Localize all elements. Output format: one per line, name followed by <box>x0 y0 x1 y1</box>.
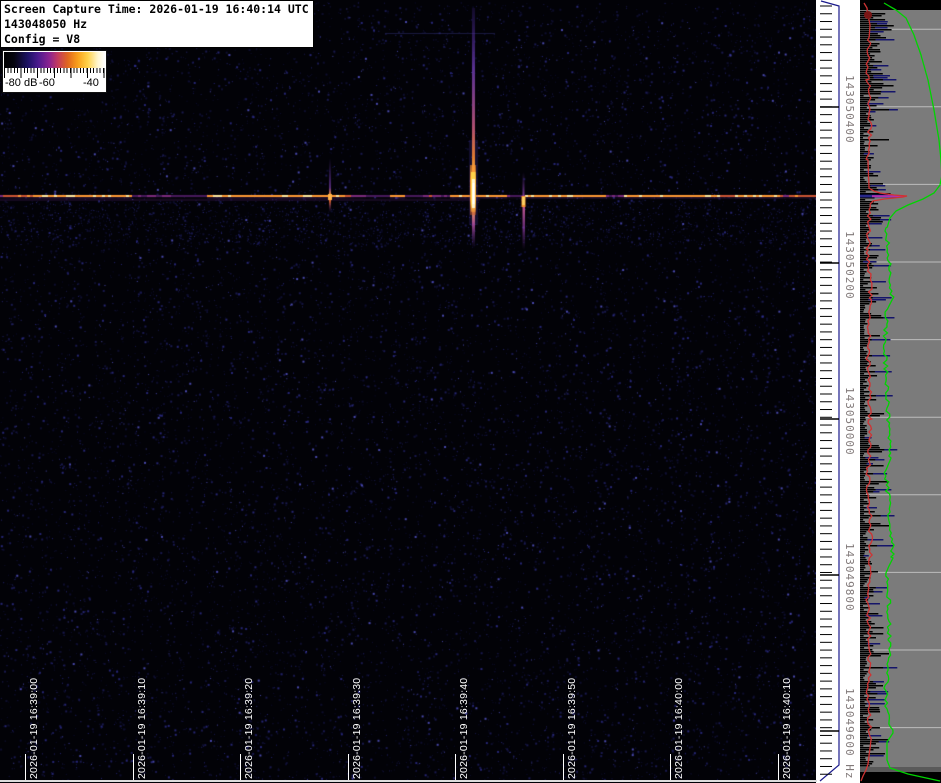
waterfall-canvas <box>0 0 816 783</box>
time-label: 2026-01-19 16:39:40 <box>458 677 470 779</box>
time-tick <box>25 754 26 780</box>
capture-info-box: Screen Capture Time: 2026-01-19 16:40:14… <box>0 0 314 48</box>
capture-time-text: Screen Capture Time: 2026-01-19 16:40:14… <box>4 2 309 16</box>
red-marker-dot <box>864 11 872 19</box>
spectrum-panel <box>860 0 941 783</box>
freq-label: 143049800 <box>843 542 856 612</box>
time-tick <box>240 754 241 780</box>
spectrum-lab-screen: Screen Capture Time: 2026-01-19 16:40:14… <box>0 0 941 783</box>
time-label: 2026-01-19 16:39:30 <box>351 677 363 779</box>
spectrum-panel-svg <box>860 0 941 783</box>
time-tick <box>348 754 349 780</box>
time-tick <box>563 754 564 780</box>
colormap-gradient <box>4 52 105 68</box>
freq-label: 143050400 <box>843 74 856 144</box>
time-label: 2026-01-19 16:40:10 <box>781 677 793 779</box>
time-label: 2026-01-19 16:39:10 <box>136 677 148 779</box>
time-tick <box>778 754 779 780</box>
db-label-min: -80 dB <box>5 77 38 89</box>
freq-label: 143050000 <box>843 386 856 456</box>
time-label: 2026-01-19 16:39:20 <box>243 677 255 779</box>
time-tick <box>455 754 456 780</box>
config-text: Config = V8 <box>4 32 81 46</box>
time-tick <box>670 754 671 780</box>
freq-label: 143049600 Hz <box>843 687 856 780</box>
frequency-ruler: 143050400 143050200 143050000 143049800 1430… <box>816 0 860 783</box>
freq-label: 143050200 <box>843 230 856 300</box>
db-label-max: -40 <box>83 77 99 89</box>
time-label: 2026-01-19 16:39:50 <box>566 677 578 779</box>
time-tick <box>133 754 134 780</box>
center-frequency-text: 143048050 Hz <box>4 17 88 31</box>
time-label: 2026-01-19 16:39:00 <box>28 677 40 779</box>
time-scale-baseline <box>0 780 817 782</box>
color-scale-legend: -80 dB -60 -40 <box>2 50 107 93</box>
time-label: 2026-01-19 16:40:00 <box>673 677 685 779</box>
db-label-mid: -60 <box>39 77 55 89</box>
